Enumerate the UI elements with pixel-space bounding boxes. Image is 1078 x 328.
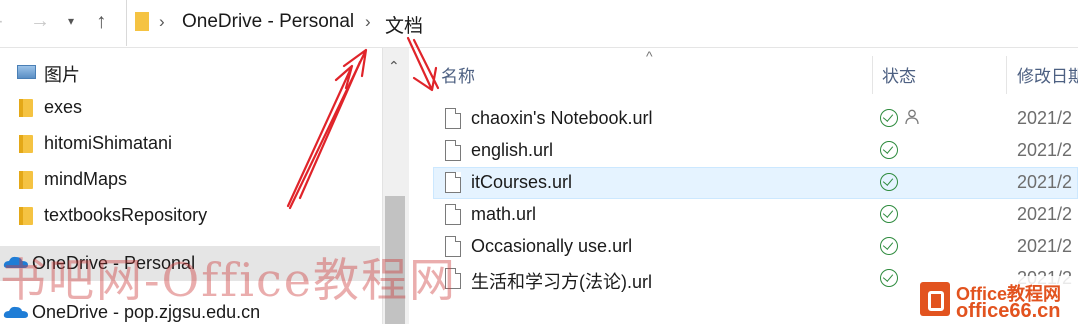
sidebar-item-label: hitomiShimatani bbox=[44, 133, 173, 153]
breadcrumb-separator-icon[interactable]: › bbox=[365, 12, 371, 32]
watermark-logo: Office教程网 office66.cn bbox=[914, 276, 1078, 324]
folder-icon bbox=[19, 99, 33, 117]
folder-icon bbox=[19, 135, 33, 153]
file-name: math.url bbox=[471, 204, 537, 224]
sidebar-item-label: 图片 bbox=[44, 65, 80, 85]
column-header-modified[interactable]: 修改日期 bbox=[1017, 62, 1078, 87]
url-file-icon bbox=[445, 140, 461, 161]
url-file-icon bbox=[445, 108, 461, 129]
watermark-text: 书吧网-Office教程网 bbox=[0, 253, 458, 307]
sidebar-item-exes[interactable]: exes bbox=[0, 92, 380, 124]
file-name: english.url bbox=[471, 140, 554, 160]
file-row-itcourses[interactable]: itCourses.url 2021/2 bbox=[433, 167, 1078, 199]
column-header-status[interactable]: 状态 bbox=[882, 62, 916, 87]
column-header-name[interactable]: 名称 bbox=[441, 62, 475, 87]
sidebar-item-textbooksrepository[interactable]: textbooksRepository bbox=[0, 200, 380, 232]
column-divider[interactable] bbox=[872, 56, 873, 94]
pictures-icon bbox=[17, 65, 36, 79]
breadcrumb-separator-icon[interactable]: › bbox=[159, 12, 165, 32]
file-name: itCourses.url bbox=[471, 172, 573, 192]
file-row-english[interactable]: english.url 2021/2 bbox=[433, 135, 1078, 167]
url-file-icon bbox=[445, 204, 461, 225]
file-date: 2021/2 bbox=[1017, 140, 1073, 160]
folder-icon bbox=[135, 12, 149, 31]
folder-icon bbox=[19, 171, 33, 189]
sync-status-available-icon bbox=[880, 205, 898, 223]
url-file-icon bbox=[445, 172, 461, 193]
recent-locations-chevron-icon[interactable]: ▾ bbox=[68, 14, 74, 28]
file-date: 2021/2 bbox=[1017, 236, 1073, 256]
file-name: 生活和学习方(法论).url bbox=[471, 272, 652, 292]
sidebar-item-label: exes bbox=[44, 97, 83, 117]
file-row-occasionally-use[interactable]: Occasionally use.url 2021/2 bbox=[433, 231, 1078, 263]
sync-status-available-icon bbox=[880, 237, 898, 255]
file-date: 2021/2 bbox=[1017, 172, 1073, 192]
sync-status-available-icon bbox=[880, 173, 898, 191]
file-date: 2021/2 bbox=[1017, 204, 1073, 224]
back-arrow-icon[interactable]: - bbox=[0, 10, 3, 33]
address-bar[interactable]: › OneDrive - Personal › 文档 bbox=[126, 0, 1078, 46]
address-toolbar: - → ▾ ↑ › OneDrive - Personal › 文档 bbox=[0, 0, 1078, 48]
file-row-math[interactable]: math.url 2021/2 bbox=[433, 199, 1078, 231]
breadcrumb-onedrive-personal[interactable]: OneDrive - Personal bbox=[182, 11, 354, 33]
sidebar-item-pictures[interactable]: 图片 bbox=[0, 56, 380, 88]
forward-arrow-icon[interactable]: → bbox=[30, 10, 50, 33]
scroll-up-icon[interactable]: ⌃ bbox=[388, 58, 400, 75]
folder-icon bbox=[19, 207, 33, 225]
file-name: Occasionally use.url bbox=[471, 236, 633, 256]
sidebar-item-mindmaps[interactable]: mindMaps bbox=[0, 164, 380, 196]
up-arrow-icon[interactable]: ↑ bbox=[96, 10, 107, 34]
breadcrumb-documents[interactable]: 文档 bbox=[385, 11, 423, 38]
sidebar-item-hitomishimatani[interactable]: hitomiShimatani bbox=[0, 128, 380, 160]
file-date: 2021/2 bbox=[1017, 108, 1073, 128]
sort-ascending-icon: ^ bbox=[646, 48, 653, 64]
file-name: chaoxin's Notebook.url bbox=[471, 108, 653, 128]
sync-status-available-icon bbox=[880, 109, 898, 127]
sync-status-available-icon bbox=[880, 141, 898, 159]
sidebar-item-label: textbooksRepository bbox=[44, 205, 208, 225]
file-row-chaoxin-notebook[interactable]: chaoxin's Notebook.url 2021/2 bbox=[433, 103, 1078, 135]
logo-domain: office66.cn bbox=[956, 300, 1061, 322]
sync-status-available-icon bbox=[880, 269, 898, 287]
sidebar-item-label: mindMaps bbox=[44, 169, 128, 189]
column-divider[interactable] bbox=[1006, 56, 1007, 94]
office-logo-icon bbox=[920, 282, 950, 316]
shared-person-icon bbox=[905, 109, 919, 125]
